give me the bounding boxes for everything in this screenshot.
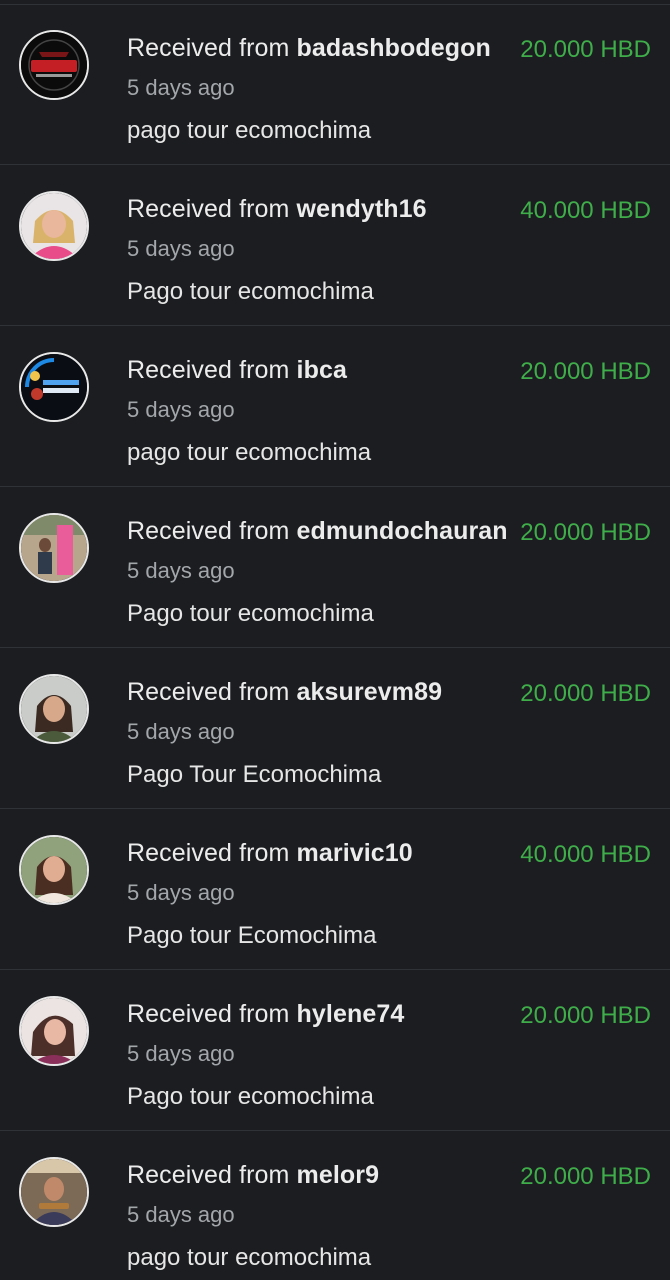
transaction-list: Received from badashbodegon 5 days ago p…: [0, 0, 670, 1280]
transaction-prefix: Received from: [127, 195, 290, 223]
transaction-row[interactable]: Received from badashbodegon 5 days ago p…: [0, 5, 670, 165]
transaction-time: 5 days ago: [127, 1202, 235, 1227]
transaction-title: Received from badashbodegon: [127, 34, 491, 63]
transaction-memo: Pago tour ecomochima: [127, 1083, 374, 1110]
transaction-row[interactable]: Received from wendyth16 5 days ago Pago …: [0, 166, 670, 326]
user-photo-icon: [21, 193, 87, 259]
transaction-memo: Pago tour ecomochima: [127, 278, 374, 305]
badash-bodegon-logo-icon: [21, 32, 87, 98]
transaction-time: 5 days ago: [127, 236, 235, 261]
transaction-prefix: Received from: [127, 34, 290, 62]
sender-username[interactable]: hylene74: [297, 1000, 405, 1028]
user-avatar[interactable]: [19, 513, 89, 583]
user-photo-icon: [21, 1159, 87, 1225]
transaction-amount: 20.000 HBD: [516, 1163, 651, 1191]
transaction-row[interactable]: Received from melor9 5 days ago pago tou…: [0, 1132, 670, 1280]
transaction-amount: 20.000 HBD: [516, 680, 651, 708]
transaction-title: Received from ibca: [127, 356, 347, 385]
sender-username[interactable]: marivic10: [297, 839, 413, 867]
user-avatar[interactable]: [19, 996, 89, 1066]
transaction-amount: 40.000 HBD: [516, 841, 651, 869]
transaction-memo: pago tour ecomochima: [127, 1244, 372, 1271]
transaction-memo: Pago tour Ecomochima: [127, 922, 377, 949]
transaction-prefix: Received from: [127, 678, 290, 706]
transaction-prefix: Received from: [127, 839, 290, 867]
user-avatar[interactable]: [19, 674, 89, 744]
transaction-prefix: Received from: [127, 1000, 290, 1028]
transaction-row[interactable]: Received from ibca 5 days ago pago tour …: [0, 327, 670, 487]
user-photo-icon: [21, 998, 87, 1064]
sender-username[interactable]: wendyth16: [297, 195, 427, 223]
transaction-prefix: Received from: [127, 1161, 290, 1189]
transaction-amount: 40.000 HBD: [516, 197, 651, 225]
transaction-amount: 20.000 HBD: [516, 519, 651, 547]
transaction-prefix: Received from: [127, 517, 290, 545]
transaction-title: Received from hylene74: [127, 1000, 404, 1029]
transaction-memo: pago tour ecomochima: [127, 439, 372, 466]
transaction-title: Received from wendyth16: [127, 195, 427, 224]
transaction-time: 5 days ago: [127, 1041, 235, 1066]
sender-username[interactable]: melor9: [297, 1161, 380, 1189]
transaction-title: Received from edmundochauran: [127, 517, 508, 546]
sender-username[interactable]: ibca: [297, 356, 347, 384]
transaction-time: 5 days ago: [127, 880, 235, 905]
sender-username[interactable]: badashbodegon: [297, 34, 491, 62]
user-photo-icon: [21, 515, 87, 581]
transaction-row[interactable]: Received from marivic10 5 days ago Pago …: [0, 810, 670, 970]
user-avatar[interactable]: [19, 1157, 89, 1227]
sender-username[interactable]: edmundochauran: [297, 517, 508, 545]
transaction-time: 5 days ago: [127, 558, 235, 583]
transaction-memo: pago tour ecomochima: [127, 117, 372, 144]
transaction-time: 5 days ago: [127, 75, 235, 100]
user-photo-icon: [21, 837, 87, 903]
transaction-memo: Pago Tour Ecomochima: [127, 761, 382, 788]
transaction-row[interactable]: Received from aksurevm89 5 days ago Pago…: [0, 649, 670, 809]
user-photo-icon: [21, 676, 87, 742]
inversiones-brito-logo-icon: [21, 354, 87, 420]
sender-username[interactable]: aksurevm89: [297, 678, 443, 706]
transaction-time: 5 days ago: [127, 397, 235, 422]
transaction-amount: 20.000 HBD: [516, 1002, 651, 1030]
transaction-title: Received from marivic10: [127, 839, 413, 868]
transaction-amount: 20.000 HBD: [516, 358, 651, 386]
user-avatar[interactable]: [19, 191, 89, 261]
transaction-title: Received from melor9: [127, 1161, 379, 1190]
user-avatar[interactable]: [19, 30, 89, 100]
transaction-row[interactable]: Received from hylene74 5 days ago Pago t…: [0, 971, 670, 1131]
user-avatar[interactable]: [19, 352, 89, 422]
transaction-title: Received from aksurevm89: [127, 678, 442, 707]
transaction-time: 5 days ago: [127, 719, 235, 744]
transaction-row[interactable]: Received from edmundochauran 5 days ago …: [0, 488, 670, 648]
transaction-memo: Pago tour ecomochima: [127, 600, 374, 627]
user-avatar[interactable]: [19, 835, 89, 905]
transaction-amount: 20.000 HBD: [516, 36, 651, 64]
transaction-prefix: Received from: [127, 356, 290, 384]
